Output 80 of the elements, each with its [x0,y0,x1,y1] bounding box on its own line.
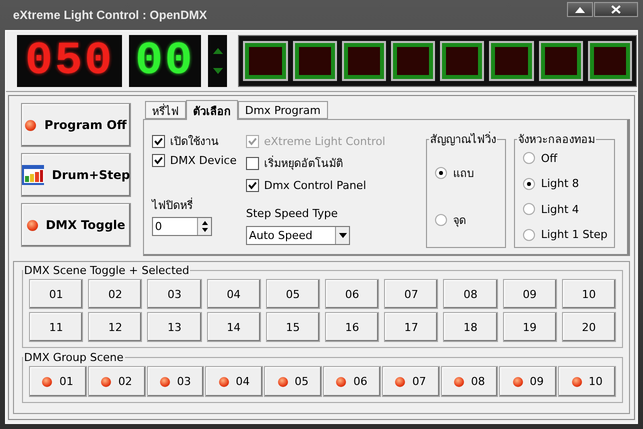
group-scene-button[interactable]: 03 [146,366,204,397]
group-scene-button[interactable]: 07 [382,366,440,397]
scene-button[interactable]: 20 [562,312,616,342]
tab[interactable]: หรี่ไฟ [145,101,186,119]
led-icon [454,376,464,386]
led-icon [278,376,288,386]
tab[interactable]: ตัวเลือก [186,100,238,120]
scene-button[interactable]: 14 [206,312,261,342]
up-down-arrows-icon[interactable] [208,35,228,87]
led-icon [26,220,38,230]
radio-button[interactable]: Light 1 Step [523,226,608,243]
led-icon [25,120,36,130]
scene-button[interactable]: 05 [266,279,320,309]
digit-display: 00 [129,35,200,87]
scene-button[interactable]: 03 [147,279,202,309]
scene-button[interactable]: 01 [29,279,84,309]
led-icon [42,376,52,386]
speed-label: Step Speed Type [246,207,339,220]
checkbox[interactable]: Dmx Control Panel [246,177,418,193]
scene-button[interactable]: 07 [384,279,438,309]
spin-arrows-icon [200,220,208,233]
triangle-icon [575,6,585,12]
speed-dropdown[interactable]: Auto Speed [246,226,350,245]
tab[interactable]: Dmx Program [238,101,328,119]
group-scene-button[interactable]: 10 [558,366,616,397]
radio-button[interactable]: Light 4 [523,201,608,218]
scene-button[interactable]: 10 [562,279,616,309]
signal-group: สัญญาณไฟวิ่ง แถบ จุด [426,130,506,248]
scene-button[interactable]: 04 [206,279,261,309]
bars-icon [22,165,44,185]
scene-button[interactable]: 15 [266,312,320,342]
led-icon [512,376,523,386]
scene-button[interactable]: 02 [88,279,142,309]
radio-button[interactable]: แถบ [435,165,499,182]
digit-display: 050 [17,35,122,87]
led-icon [101,376,112,386]
scene-button[interactable]: 06 [325,279,380,309]
window-title: eXtreme Light Control : OpenDMX [13,8,208,22]
checkbox[interactable]: เริ่มหยุดอัตโนมัติ [246,155,418,171]
close-button[interactable] [594,2,638,17]
close-icon [611,5,621,14]
check-icon [248,180,257,190]
group-scene-button[interactable]: 04 [205,366,264,397]
scene-button[interactable]: 09 [502,279,557,309]
radio-button[interactable]: จุด [435,212,499,228]
led-icon [160,376,170,386]
radio-button[interactable]: Off [523,150,608,166]
led-icon [218,376,229,386]
check-icon [248,136,257,146]
checkbox[interactable]: เปิดใช้งาน [152,133,238,149]
scene-button[interactable]: 12 [88,312,142,342]
group-scene-button[interactable]: 02 [88,366,146,397]
group-scene-button[interactable]: 01 [29,366,87,397]
check-icon [154,136,163,146]
program-button[interactable]: DMX Toggle [21,203,131,247]
dropdown-arrow-icon [338,233,346,238]
scene-button[interactable]: 19 [502,312,557,342]
program-button[interactable]: Program Off [21,103,131,147]
scene-button[interactable]: 17 [384,312,438,342]
collapse-button[interactable] [567,2,593,17]
scene-button[interactable]: 16 [325,312,380,342]
led-icon [336,376,346,386]
check-icon [154,156,163,164]
group-scene-button[interactable]: 05 [264,366,322,397]
group-scene-button[interactable]: 09 [499,366,558,397]
checkbox[interactable]: DMX Device [152,152,238,168]
scene-button[interactable]: 11 [29,312,84,342]
dim-label: ไฟปิดหรี่ [152,196,194,214]
scene-button[interactable]: 13 [147,312,202,342]
radio-button[interactable]: Light 8 [523,176,608,192]
group-scene-button[interactable]: 06 [322,366,381,397]
program-button[interactable]: Drum+Step [21,153,131,197]
led-icon [395,376,406,386]
scene-button[interactable]: 18 [443,312,498,342]
led-icon [572,376,582,386]
group-scene-button[interactable]: 08 [440,366,498,397]
scene-button[interactable]: 08 [443,279,498,309]
number-spinner[interactable]: 0 [152,217,212,236]
group-scene-group: DMX Group Scene 01 02 03 04 05 06 07 08 09 10 [22,351,623,403]
scene-toggle-group: DMX Scene Toggle + Selected 01 02 03 04 05 06 07 08 09 10 11 12 13 14 15 16 17 18 19 20 [22,264,623,348]
